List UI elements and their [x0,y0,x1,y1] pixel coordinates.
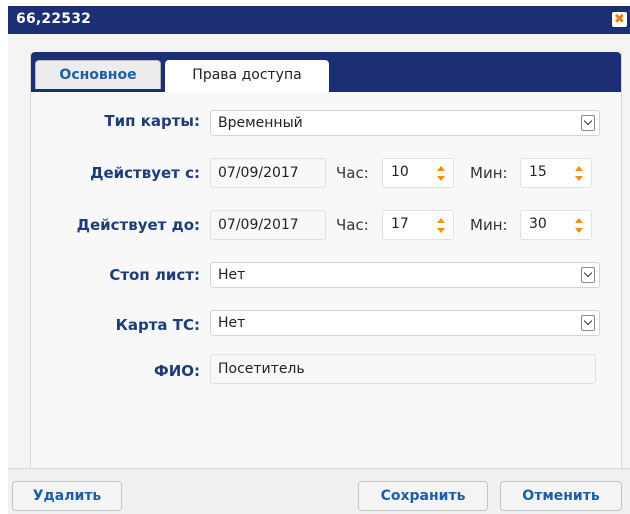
fio-label: ФИО: [153,362,200,380]
card-ts-label: Карта ТС: [115,316,200,334]
valid-to-min-spinner[interactable]: 30 [520,210,592,240]
spinner-down-icon[interactable] [437,176,445,181]
stop-list-label: Стоп лист: [109,266,200,284]
card-type-select[interactable]: Временный [210,110,600,136]
stop-list-select[interactable]: Нет [210,262,600,288]
stop-list-value: Нет [218,267,246,283]
chevron-down-icon[interactable] [581,115,595,131]
valid-from-min-spinner[interactable]: 15 [520,158,592,188]
valid-to-min-value: 30 [529,216,547,232]
tab-access-rights[interactable]: Права доступа [165,60,329,92]
valid-from-hour-label: Час: [336,164,369,182]
fio-input[interactable]: Посетитель [210,354,596,384]
valid-from-min-value: 15 [529,164,547,180]
valid-from-date-input[interactable]: 07/09/2017 [210,158,326,188]
spinner-up-icon[interactable] [575,218,583,223]
close-icon[interactable]: ✖ [612,12,627,27]
tab-basic[interactable]: Основное [35,60,161,89]
spinner-up-icon[interactable] [437,166,445,171]
valid-to-label: Действует до: [76,216,200,234]
valid-to-hour-value: 17 [391,216,409,232]
spinner-down-icon[interactable] [437,228,445,233]
chevron-down-icon[interactable] [581,315,595,331]
valid-to-hour-spinner[interactable]: 17 [382,210,454,240]
window-title: 66,22532 [16,11,92,27]
valid-from-label: Действует с: [90,164,200,182]
valid-to-hour-label: Час: [336,216,369,234]
card-ts-value: Нет [218,315,246,331]
valid-to-min-label: Мин: [470,216,508,234]
valid-from-hour-value: 10 [391,164,409,180]
chevron-down-icon[interactable] [581,267,595,283]
valid-from-hour-spinner[interactable]: 10 [382,158,454,188]
spinner-up-icon[interactable] [575,166,583,171]
window-titlebar: 66,22532 ✖ [8,6,630,34]
card-ts-select[interactable]: Нет [210,310,600,336]
dialog-window: Основное Права доступа Тип карты: Времен… [8,34,630,468]
spinner-down-icon[interactable] [575,176,583,181]
valid-to-date-input[interactable]: 07/09/2017 [210,210,326,240]
card-type-label: Тип карты: [104,112,200,130]
spinner-down-icon[interactable] [575,228,583,233]
card-type-value: Временный [218,115,303,131]
spinner-up-icon[interactable] [437,218,445,223]
valid-from-min-label: Мин: [470,164,508,182]
cancel-button[interactable]: Отменить [500,481,622,511]
tab-bar: Основное Права доступа [31,52,621,92]
dialog-footer: Удалить Сохранить Отменить [8,468,630,514]
save-button[interactable]: Сохранить [358,481,488,511]
delete-button[interactable]: Удалить [12,481,122,511]
